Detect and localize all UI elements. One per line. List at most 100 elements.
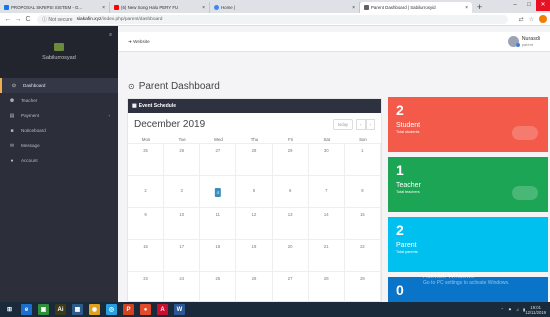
calendar-day-cell[interactable]: 11	[200, 208, 237, 240]
calendar-day-cell[interactable]: 19	[236, 240, 273, 272]
url-path: /index.php/parent/dashboard	[101, 16, 163, 22]
weekday-label: Thu	[250, 137, 259, 142]
calendar-day-cell[interactable]: 15	[344, 208, 381, 240]
calendar-day-number: 27	[215, 148, 221, 153]
tab-parent-dashboard[interactable]: Parent Dashboard | Sabilurrosyid ×	[360, 2, 472, 13]
security-indicator[interactable]: ⓘ Not secure	[42, 16, 73, 23]
sidebar-item-dashboard[interactable]: ⊙ Dashboard	[0, 78, 118, 93]
explorer-icon[interactable]: ▦	[72, 304, 83, 315]
calendar-day-cell[interactable]: 23	[128, 272, 165, 304]
calendar-day-cell[interactable]: 12	[236, 208, 273, 240]
start-icon[interactable]: ⊞	[4, 304, 15, 315]
calendar-day-cell[interactable]: 26	[164, 144, 201, 176]
illustrator-icon[interactable]: Ai	[55, 304, 66, 315]
calendar-toolbar: December 2019 today ‹ ›	[128, 113, 381, 135]
close-icon[interactable]: ×	[462, 5, 468, 11]
profile-avatar[interactable]	[539, 15, 547, 23]
calendar-day-cell[interactable]: 16	[128, 240, 165, 272]
calendar-day-cell[interactable]: 29	[344, 272, 381, 304]
calendar-day-cell[interactable]: 21	[308, 240, 345, 272]
calendar-day-cell[interactable]: 30	[308, 144, 345, 176]
close-icon[interactable]: ×	[349, 5, 355, 11]
chrome-icon[interactable]: ●	[140, 304, 151, 315]
calendar-day-cell[interactable]: 24	[164, 272, 201, 304]
calendar-header: ▦ Event Schedule	[128, 99, 381, 113]
calendar-day-number: 20	[287, 244, 293, 249]
clock-date: 12/11/2019	[525, 309, 546, 315]
website-link[interactable]: ➔ Website	[128, 39, 150, 45]
calendar-day-cell[interactable]: 22	[344, 240, 381, 272]
account-icon: ●	[10, 157, 14, 164]
calendar-day-cell[interactable]: 25	[128, 144, 165, 176]
tab-home[interactable]: Home | ×	[210, 2, 360, 13]
word-icon[interactable]: W	[174, 304, 185, 315]
calendar-day-cell[interactable]: 5	[236, 176, 273, 208]
volume-icon[interactable]: ♫	[516, 307, 519, 312]
translate-icon[interactable]: ⇄	[519, 16, 524, 23]
weekday-label: Mon	[141, 137, 151, 142]
url-input[interactable]: ⓘ Not secure siakafin.xyz/index.php/pare…	[37, 14, 508, 24]
tray-icon[interactable]: ⌃	[501, 307, 505, 312]
weekday-header: Mon Tue Wed Thu Fri Sat Sun	[128, 135, 381, 144]
calendar-day-cell[interactable]: 28	[308, 272, 345, 304]
app-icon[interactable]: ◉	[89, 304, 100, 315]
today-button[interactable]: today	[332, 118, 353, 130]
tray-icon[interactable]: ⚑	[508, 307, 512, 312]
maximize-button[interactable]: □	[522, 0, 536, 11]
stat-card-teacher[interactable]: 1 Teacher Total teachers	[388, 157, 548, 212]
close-icon[interactable]: ×	[99, 5, 105, 11]
minimize-button[interactable]: –	[508, 0, 522, 11]
star-icon[interactable]: ☆	[529, 16, 534, 23]
app2-icon[interactable]: ◎	[106, 304, 117, 315]
calendar-day-cell[interactable]: 1	[344, 144, 381, 176]
calendar-day-number: 14	[323, 212, 329, 217]
sidebar-item-message[interactable]: ✉ Message	[0, 138, 118, 153]
ie-icon[interactable]: e	[21, 304, 32, 315]
calendar-day-cell[interactable]: 6	[272, 176, 309, 208]
calendar-day-cell[interactable]: 17	[164, 240, 201, 272]
calendar-day-cell[interactable]: 8	[344, 176, 381, 208]
calendar-day-cell[interactable]: 2	[128, 176, 165, 208]
close-icon[interactable]: ×	[199, 5, 205, 11]
prev-month-button[interactable]: ‹	[356, 118, 366, 130]
back-button[interactable]: ←	[3, 16, 13, 23]
acrobat-icon[interactable]: A	[157, 304, 168, 315]
calendar-day-cell[interactable]: 25	[200, 272, 237, 304]
globe-icon	[214, 5, 219, 10]
calendar-day-cell[interactable]: 29	[272, 144, 309, 176]
sidebar-item-payment[interactable]: ▤ Payment ‹	[0, 108, 118, 123]
calendar-day-cell[interactable]: 3	[164, 176, 201, 208]
menu-toggle-icon[interactable]: ≡	[109, 32, 112, 38]
stat-card-student[interactable]: 2 Student Total students	[388, 97, 548, 152]
tab-proposal[interactable]: PROPOSAL SKRIPSI SISTEM - G... ×	[0, 2, 110, 13]
sidebar-item-account[interactable]: ● Account	[0, 153, 118, 168]
calendar-day-number: 29	[360, 276, 365, 281]
stat-card-parent[interactable]: 2 Parent Total parents	[388, 217, 548, 272]
tab-youtube[interactable]: (6) New Song Halu PERY FU ×	[110, 2, 210, 13]
next-month-button[interactable]: ›	[365, 118, 375, 130]
sidebar-item-teacher[interactable]: ⚉ Teacher	[0, 93, 118, 108]
calendar-day-cell[interactable]: 9	[128, 208, 165, 240]
forward-button[interactable]: →	[13, 16, 23, 23]
sidebar-item-noticeboard[interactable]: ■ Noticeboard	[0, 123, 118, 138]
calendar-day-number: 21	[323, 244, 329, 249]
reload-button[interactable]: C	[23, 16, 33, 23]
powerpoint-icon[interactable]: P	[123, 304, 134, 315]
calendar-day-cell[interactable]: 4	[200, 176, 237, 208]
calendar-day-cell[interactable]: 13	[272, 208, 309, 240]
user-menu[interactable]: Nurasdi parent	[507, 36, 540, 47]
calendar-day-cell[interactable]: 27	[272, 272, 309, 304]
store-icon[interactable]: ▣	[38, 304, 49, 315]
close-window-button[interactable]: ✕	[536, 0, 550, 11]
new-tab-button[interactable]: +	[472, 2, 487, 13]
calendar-day-cell[interactable]: 7	[308, 176, 345, 208]
calendar-day-number: 29	[287, 148, 293, 153]
calendar-day-cell[interactable]: 28	[236, 144, 273, 176]
calendar-day-cell[interactable]: 18	[200, 240, 237, 272]
calendar-day-cell[interactable]: 10	[164, 208, 201, 240]
clock[interactable]: 19:01 12/11/2019	[525, 305, 546, 315]
calendar-day-cell[interactable]: 14	[308, 208, 345, 240]
calendar-day-cell[interactable]: 27	[200, 144, 237, 176]
calendar-day-cell[interactable]: 20	[272, 240, 309, 272]
calendar-day-cell[interactable]: 26	[236, 272, 273, 304]
